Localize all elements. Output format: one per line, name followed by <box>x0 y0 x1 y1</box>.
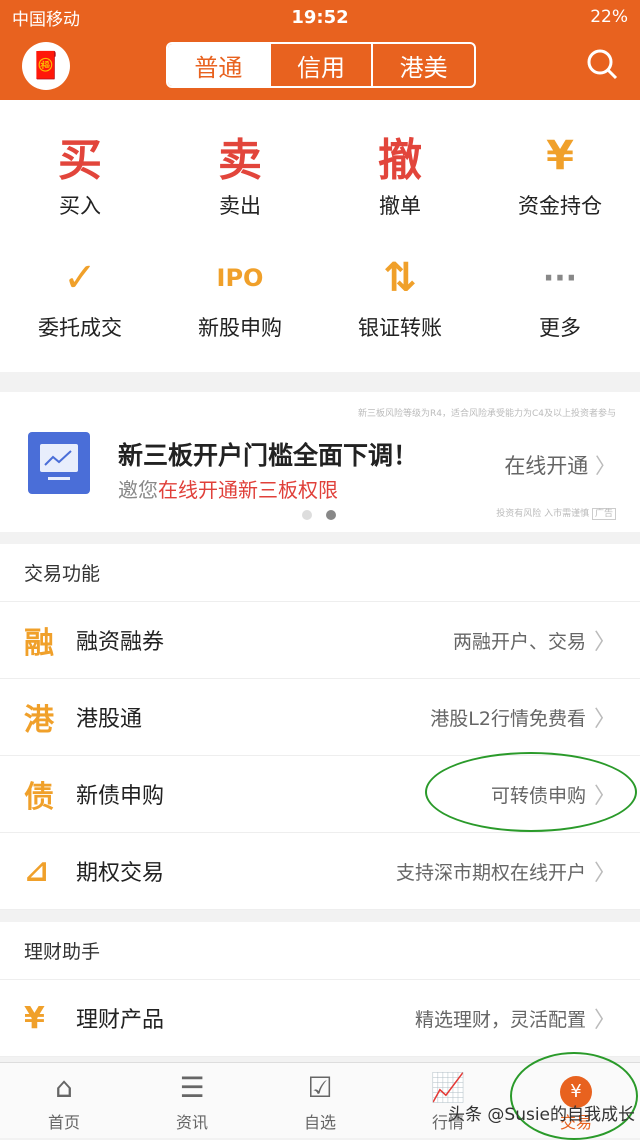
quick-actions: 买买入 卖卖出 撤撤单 ¥ 资金持仓 ✓ 委托成交 IPO 新股申购 ⇅ 银证转账 ··… <box>0 100 640 372</box>
list-item-options[interactable]: ⊿ 期权交易 支持深市期权在线开户〉 <box>0 833 640 910</box>
tab-hk-us[interactable]: 港美 <box>373 44 474 86</box>
annotation-circle <box>425 752 637 832</box>
account-type-tabs: 普通 信用 港美 <box>166 42 476 88</box>
chevron-right-icon: 〉 <box>593 630 616 655</box>
ipo-icon: IPO <box>216 264 264 292</box>
chart-monitor-icon <box>28 432 90 494</box>
header: 中国移动 19:52 22% 🧧 普通 信用 港美 <box>0 0 640 100</box>
list-item-margin[interactable]: 融融资融券 两融开户、交易〉 <box>0 602 640 679</box>
dot[interactable] <box>302 510 312 520</box>
item-detail: 港股L2行情免费看 <box>430 707 586 730</box>
item-label: 新债申购 <box>76 784 165 809</box>
bond-icon: 债 <box>24 780 54 815</box>
item-detail: 精选理财，灵活配置 <box>414 1008 586 1031</box>
action-sell[interactable]: 卖卖出 <box>160 128 320 250</box>
banner-subtitle: 邀您在线开通新三板权限 <box>118 474 338 503</box>
cancel-order-icon: 撤 <box>378 135 422 186</box>
tab-watchlist[interactable]: ☑ 自选 <box>256 1063 384 1138</box>
action-label: 更多 <box>539 316 581 340</box>
disclaimer-text: 投资有风险 入市需谨慎 <box>496 509 590 519</box>
action-label: 资金持仓 <box>518 194 602 218</box>
buy-icon: 买 <box>58 135 102 186</box>
sell-icon: 卖 <box>218 135 262 186</box>
yen-doc-icon: ¥ <box>24 1000 45 1036</box>
tab-label: 自选 <box>303 1113 336 1132</box>
tab-label: 首页 <box>47 1113 80 1132</box>
item-label: 港股通 <box>76 707 143 732</box>
chevron-right-icon: 〉 <box>593 1008 616 1033</box>
action-label: 撤单 <box>379 194 421 218</box>
chevron-right-icon: 〉 <box>593 861 616 886</box>
dot-active[interactable] <box>326 510 336 520</box>
action-label: 买入 <box>59 194 101 218</box>
risk-notice: 新三板风险等级为R4，适合风险承受能力为C4及以上投资者参与 <box>358 409 616 419</box>
open-online-link[interactable]: 在线开通 〉 <box>504 450 616 480</box>
action-buy[interactable]: 买买入 <box>0 128 160 250</box>
banner-sub-prefix: 邀您 <box>118 478 158 502</box>
trade-functions: 交易功能 融融资融券 两融开户、交易〉 港港股通 港股L2行情免费看〉 债新债申购可… <box>0 544 640 910</box>
action-label: 银证转账 <box>358 316 442 340</box>
hk-icon: 港 <box>24 703 54 738</box>
watermark: 头条 @Susie的自我成长 <box>448 1105 636 1125</box>
section-title: 理财助手 <box>0 922 640 980</box>
chevron-right-icon: 〉 <box>595 454 616 478</box>
ad-badge: 广告 <box>591 508 616 520</box>
banner-sub-highlight: 在线开通新三板权限 <box>158 478 338 502</box>
list-item-hk-connect[interactable]: 港港股通 港股L2行情免费看〉 <box>0 679 640 756</box>
action-label: 新股申购 <box>198 316 282 340</box>
tab-credit[interactable]: 信用 <box>271 44 374 86</box>
action-label: 卖出 <box>219 194 261 218</box>
tab-normal[interactable]: 普通 <box>168 44 271 86</box>
status-bar: 中国移动 19:52 22% <box>0 0 640 34</box>
action-more[interactable]: ··· 更多 <box>480 250 640 372</box>
finance-assistant: 理财助手 ¥ 理财产品 精选理财，灵活配置〉 <box>0 922 640 1057</box>
item-label: 理财产品 <box>76 1008 165 1033</box>
home-icon: ⌂ <box>55 1071 73 1104</box>
news-icon: ☰ <box>179 1071 205 1104</box>
action-label: 委托成交 <box>38 316 122 340</box>
watchlist-icon: ☑ <box>307 1071 333 1104</box>
search-icon[interactable] <box>586 48 618 80</box>
chevron-right-icon: 〉 <box>593 707 616 732</box>
section-title: 交易功能 <box>0 544 640 602</box>
banner-title: 新三板开户门槛全面下调！ <box>118 441 419 470</box>
action-ipo[interactable]: IPO 新股申购 <box>160 250 320 372</box>
more-icon: ··· <box>542 260 578 296</box>
item-detail: 支持深市期权在线开户 <box>395 861 586 884</box>
action-cancel[interactable]: 撤撤单 <box>320 128 480 250</box>
list-item-products[interactable]: ¥ 理财产品 精选理财，灵活配置〉 <box>0 980 640 1057</box>
tab-label: 资讯 <box>175 1113 208 1132</box>
options-chart-icon: ⊿ <box>24 853 50 889</box>
margin-icon: 融 <box>24 626 54 661</box>
annotation-circle <box>510 1052 638 1140</box>
disclaimer: 投资有风险 入市需谨慎 广告 <box>496 506 616 520</box>
item-detail: 两融开户、交易 <box>452 630 586 653</box>
item-label: 融资融券 <box>76 630 165 655</box>
avatar[interactable]: 🧧 <box>22 42 70 90</box>
transfer-icon: ⇅ <box>383 255 417 301</box>
action-holdings[interactable]: ¥ 资金持仓 <box>480 128 640 250</box>
carousel-dots[interactable] <box>302 510 336 520</box>
action-transfer[interactable]: ⇅ 银证转账 <box>320 250 480 372</box>
cta-label: 在线开通 <box>504 454 589 478</box>
tab-news[interactable]: ☰ 资讯 <box>128 1063 256 1138</box>
action-orders[interactable]: ✓ 委托成交 <box>0 250 160 372</box>
house-yen-icon: ¥ <box>546 133 574 179</box>
document-check-icon: ✓ <box>63 255 97 301</box>
promo-banner[interactable]: 新三板风险等级为R4，适合风险承受能力为C4及以上投资者参与 新三板开户门槛全面… <box>0 392 640 532</box>
item-label: 期权交易 <box>76 861 165 886</box>
clock: 19:52 <box>291 6 349 28</box>
tab-home[interactable]: ⌂ 首页 <box>0 1063 128 1138</box>
